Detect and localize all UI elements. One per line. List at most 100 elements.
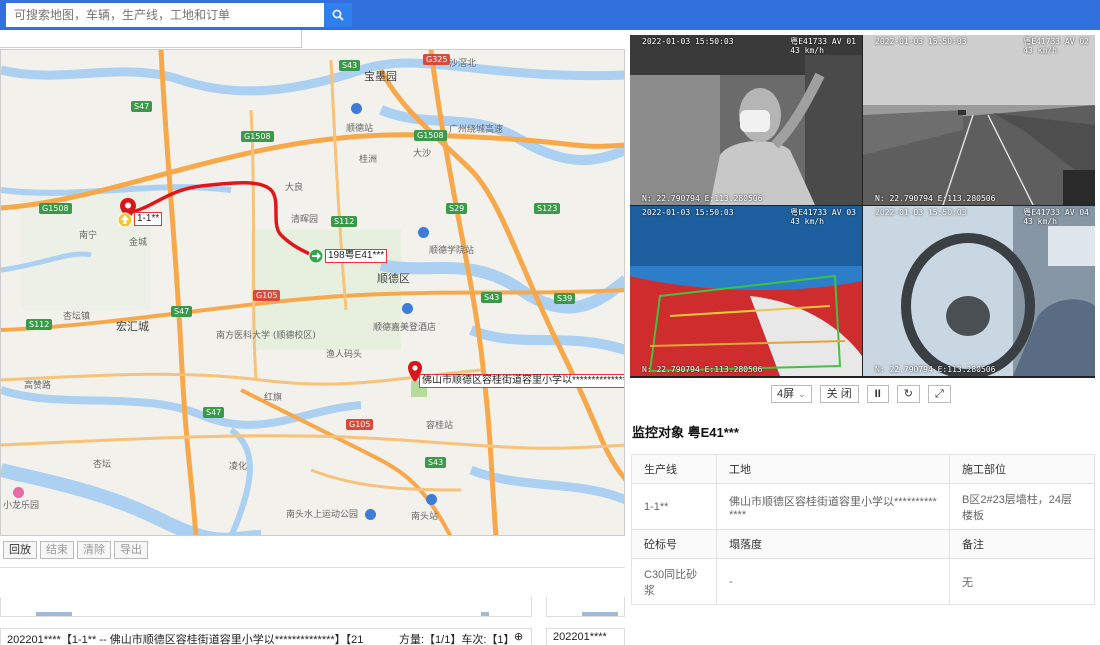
- video-grid: 2022-01-03 15:50:03 粤E41733 AV 01 43 km/…: [630, 35, 1095, 378]
- log-entry[interactable]: 202201****: [546, 628, 625, 645]
- camera-speed: 43 km/h: [1023, 46, 1057, 55]
- camera-plate: 粤E41733 AV 04 43 km/h: [1023, 208, 1089, 226]
- fullscreen-icon[interactable]: ⤢: [927, 385, 951, 403]
- top-bar: [0, 0, 1100, 30]
- map-place-label: 金城: [129, 238, 148, 248]
- map-place-label: 沙滘北: [449, 59, 477, 69]
- table-cell: -: [716, 558, 950, 605]
- card-image: [36, 612, 72, 616]
- road-badge: S43: [425, 457, 447, 468]
- camera-gps: N: 22.790794 E:113.280506: [875, 365, 996, 374]
- road-badge: G105: [346, 419, 374, 430]
- screen-layout-value: 4屏: [777, 388, 795, 400]
- camera-feed-1[interactable]: 2022-01-03 15:50:03 粤E41733 AV 01 43 km/…: [630, 35, 862, 205]
- chevron-down-icon: ⌄: [798, 389, 806, 399]
- road-badge: G1508: [39, 203, 72, 214]
- map-place-label: 高赞路: [24, 381, 52, 391]
- zoom-in-icon[interactable]: ⊕: [514, 630, 523, 643]
- map-place-label: 容桂站: [426, 421, 454, 431]
- camera-speed: 43 km/h: [790, 217, 824, 226]
- route-start-label: 1-1**: [134, 212, 163, 226]
- table-cell: C30同比砂浆: [631, 558, 717, 605]
- map-place-label: 渔人码头: [326, 350, 363, 360]
- table-cell: B区2#23层墙柱，24层楼板: [949, 483, 1095, 530]
- refresh-icon[interactable]: ↻: [896, 385, 920, 403]
- camera-feed-image: [630, 206, 862, 376]
- map-place-label: 南头水上运动公园: [286, 510, 359, 520]
- table-header-cell: 工地: [716, 454, 950, 484]
- card-image: [582, 612, 618, 616]
- road-badge: S29: [446, 203, 468, 214]
- road-badge: S112: [26, 319, 53, 330]
- camera-plate: 粤E41733 AV 02 43 km/h: [1023, 37, 1089, 55]
- map-place-label: 广州绕城高速: [449, 125, 504, 135]
- map-place-label: 南宁: [79, 231, 98, 241]
- road-badge: G105: [253, 290, 281, 301]
- camera-speed: 43 km/h: [1023, 217, 1057, 226]
- table-header-cell: 生产线: [631, 454, 717, 484]
- road-badge: S47: [131, 101, 153, 112]
- vehicle-marker-icon[interactable]: [308, 248, 324, 264]
- search-icon: [332, 9, 344, 21]
- map-place-label: 清晖园: [291, 215, 319, 225]
- road-badge: S39: [554, 293, 576, 304]
- card-image: [481, 612, 489, 616]
- road-badge: S43: [339, 60, 361, 71]
- order-card[interactable]: [0, 597, 532, 617]
- site-label: 佛山市顺德区容桂街道容里小学以**************: [419, 374, 624, 388]
- table-row: 生产线 工地 施工部位: [631, 454, 1095, 484]
- camera-plate: 粤E41733 AV 01 43 km/h: [790, 37, 856, 55]
- camera-plate-text: 粤E41733 AV 01: [790, 37, 856, 46]
- clear-button[interactable]: 清除: [77, 541, 111, 559]
- camera-feed-image: [863, 206, 1095, 376]
- screen-layout-select[interactable]: 4屏 ⌄: [771, 385, 812, 403]
- export-button[interactable]: 导出: [114, 541, 148, 559]
- road-badge: G325: [423, 54, 451, 65]
- camera-feed-image: [863, 35, 1095, 205]
- end-button[interactable]: 结束: [40, 541, 74, 559]
- map-place-label: 宝墨园: [364, 70, 397, 83]
- close-video-button[interactable]: 关 闭: [819, 385, 859, 403]
- log-entry[interactable]: 202201****【1-1** -- 佛山市顺德区容桂街道容里小学以*****…: [0, 628, 532, 645]
- table-row: 1-1** 佛山市顺德区容桂街道容里小学以************** B区2#…: [631, 483, 1095, 530]
- camera-feed-2[interactable]: 2022-01-03 15:50:03 粤E41733 AV 02 43 km/…: [863, 35, 1095, 205]
- hotel-icon: [402, 303, 413, 314]
- camera-gps: N: 22.790794 E:113.280506: [642, 194, 763, 203]
- map-place-label: 南头站: [411, 512, 439, 522]
- road-badge: S123: [534, 203, 561, 214]
- map-place-label: 顺德站: [346, 124, 374, 134]
- pause-icon[interactable]: II: [866, 385, 889, 403]
- road-badge: G1508: [414, 130, 447, 141]
- map-place-label: 顺德学院站: [429, 246, 475, 256]
- map-place-label: 宏汇城: [116, 320, 149, 333]
- map-place-label: 顺德区: [377, 272, 410, 285]
- table-header-cell: 施工部位: [949, 454, 1095, 484]
- map-view[interactable]: 宝墨园 沙滘北 顺德站 广州绕城高速 大沙 桂洲 大良 顺德学院站 顺德区 清晖…: [0, 49, 625, 536]
- log-text: 202201****【1-1** -- 佛山市顺德区容桂街道容里小学以*****…: [7, 634, 364, 645]
- camera-plate: 粤E41733 AV 03 43 km/h: [790, 208, 856, 226]
- info-table: 生产线 工地 施工部位 1-1** 佛山市顺德区容桂街道容里小学以*******…: [631, 454, 1095, 605]
- table-header-cell: 备注: [949, 529, 1095, 559]
- camera-plate-text: 粤E41733 AV 04: [1023, 208, 1089, 217]
- search-button[interactable]: [324, 3, 352, 27]
- road-badge: S43: [481, 292, 503, 303]
- map-controls: 回放 结束 清除 导出: [3, 541, 148, 559]
- table-cell: 无: [949, 558, 1095, 605]
- station-icon: [351, 103, 362, 114]
- video-toolbar: 4屏 ⌄ 关 闭 II ↻ ⤢: [771, 385, 951, 403]
- camera-feed-3[interactable]: 2022-01-03 15:50:03 粤E41733 AV 03 43 km/…: [630, 206, 862, 376]
- order-card[interactable]: [546, 597, 625, 617]
- start-point-icon: [117, 212, 133, 228]
- log-text: 202201****: [553, 631, 607, 643]
- map-place-label: 大良: [285, 183, 304, 193]
- road-badge: G1508: [241, 131, 274, 142]
- camera-feed-4[interactable]: 2022-01-03 15:50:03 粤E41733 AV 04 43 km/…: [863, 206, 1095, 376]
- monitor-title: 监控对象 粤E41***: [632, 425, 739, 440]
- search-input[interactable]: [6, 3, 324, 27]
- station-icon: [426, 494, 437, 505]
- replay-button[interactable]: 回放: [3, 541, 37, 559]
- road-badge: S47: [203, 407, 225, 418]
- table-cell: 1-1**: [631, 483, 717, 530]
- camera-speed: 43 km/h: [790, 46, 824, 55]
- map-place-label: 桂洲: [359, 155, 378, 165]
